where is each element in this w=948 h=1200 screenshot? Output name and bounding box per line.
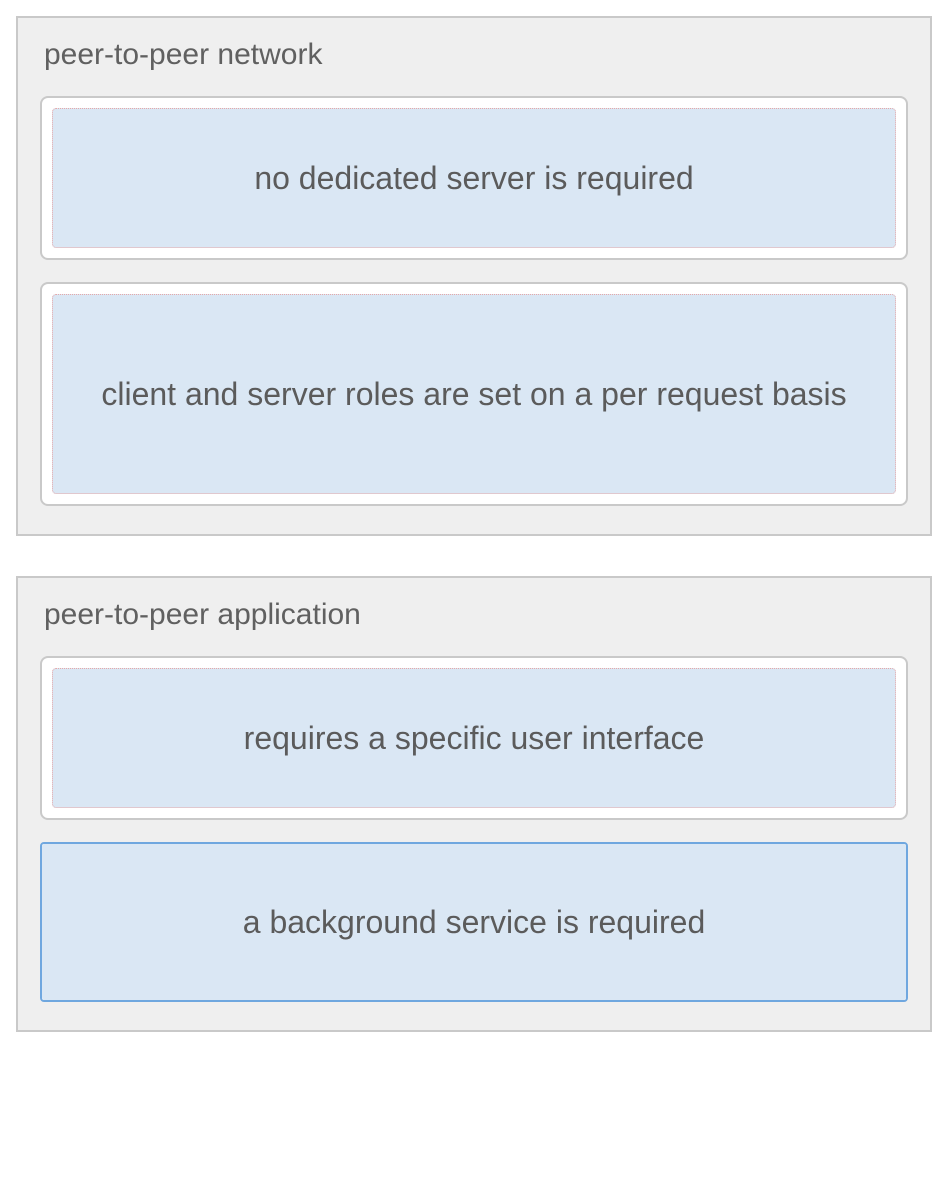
- card-text: requires a specific user interface: [52, 668, 896, 808]
- group-title: peer-to-peer application: [44, 598, 908, 632]
- card-text: client and server roles are set on a per…: [52, 294, 896, 494]
- card-text: no dedicated server is required: [52, 108, 896, 248]
- group-peer-to-peer-application: peer-to-peer application requires a spec…: [16, 576, 932, 1032]
- draggable-card-selected[interactable]: a background service is required: [40, 842, 908, 1002]
- draggable-card[interactable]: requires a specific user interface: [40, 656, 908, 820]
- draggable-card[interactable]: client and server roles are set on a per…: [40, 282, 908, 506]
- card-text: a background service is required: [42, 844, 906, 1000]
- group-title: peer-to-peer network: [44, 38, 908, 72]
- draggable-card[interactable]: no dedicated server is required: [40, 96, 908, 260]
- group-peer-to-peer-network: peer-to-peer network no dedicated server…: [16, 16, 932, 536]
